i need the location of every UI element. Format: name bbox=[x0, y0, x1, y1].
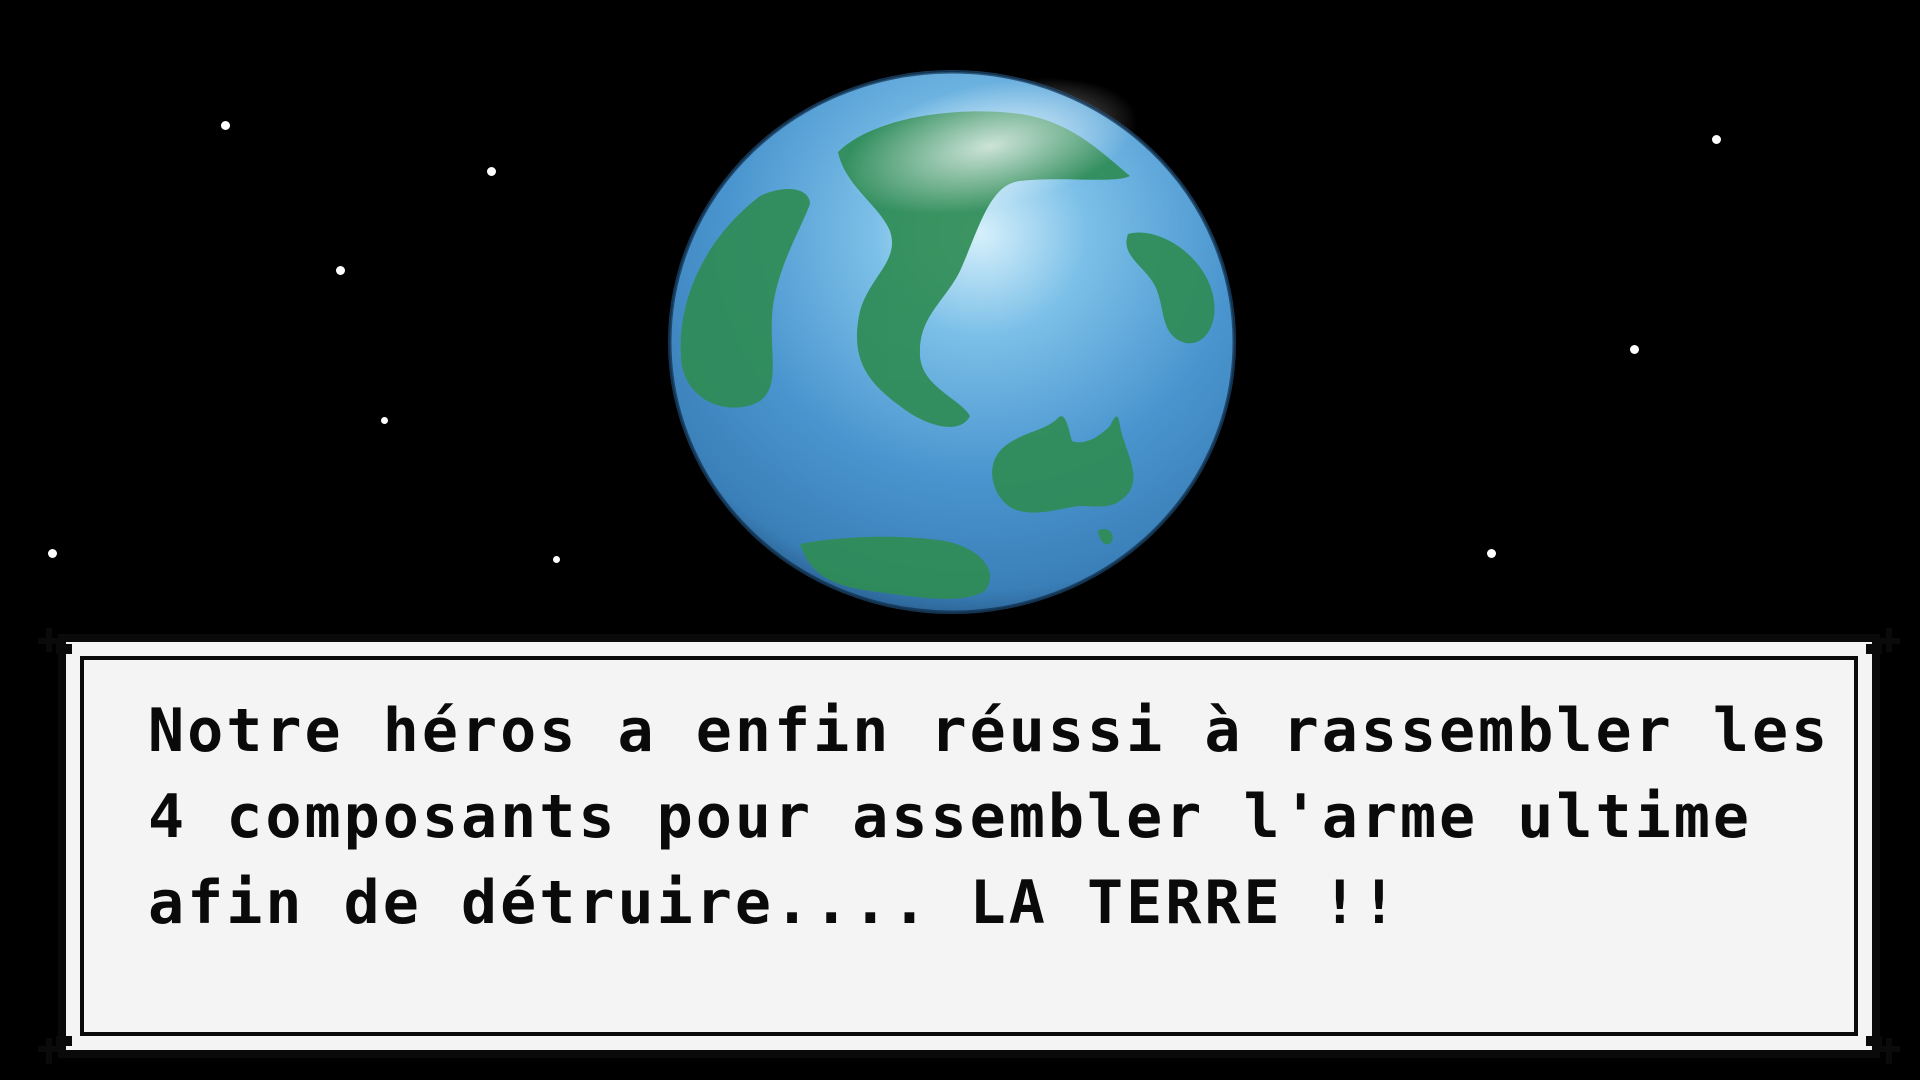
star bbox=[381, 417, 388, 424]
star bbox=[221, 121, 230, 130]
earth-globe-icon bbox=[668, 70, 1236, 614]
star bbox=[1712, 135, 1721, 144]
star bbox=[553, 556, 560, 563]
star bbox=[1487, 549, 1496, 558]
star bbox=[336, 266, 345, 275]
game-scene: Notre héros a enfin réussi à rassembler … bbox=[0, 0, 1920, 1080]
dialog-line: 4 composants pour assembler l'arme ultim… bbox=[148, 782, 1753, 852]
dialog-line: afin de détruire.... LA TERRE !! bbox=[148, 868, 1400, 938]
dialog-line: Notre héros a enfin réussi à rassembler … bbox=[148, 696, 1831, 766]
dialog-box[interactable]: Notre héros a enfin réussi à rassembler … bbox=[38, 628, 1900, 1066]
star bbox=[487, 167, 496, 176]
dialog-text: Notre héros a enfin réussi à rassembler … bbox=[148, 688, 1828, 946]
star bbox=[1630, 345, 1639, 354]
star bbox=[48, 549, 57, 558]
